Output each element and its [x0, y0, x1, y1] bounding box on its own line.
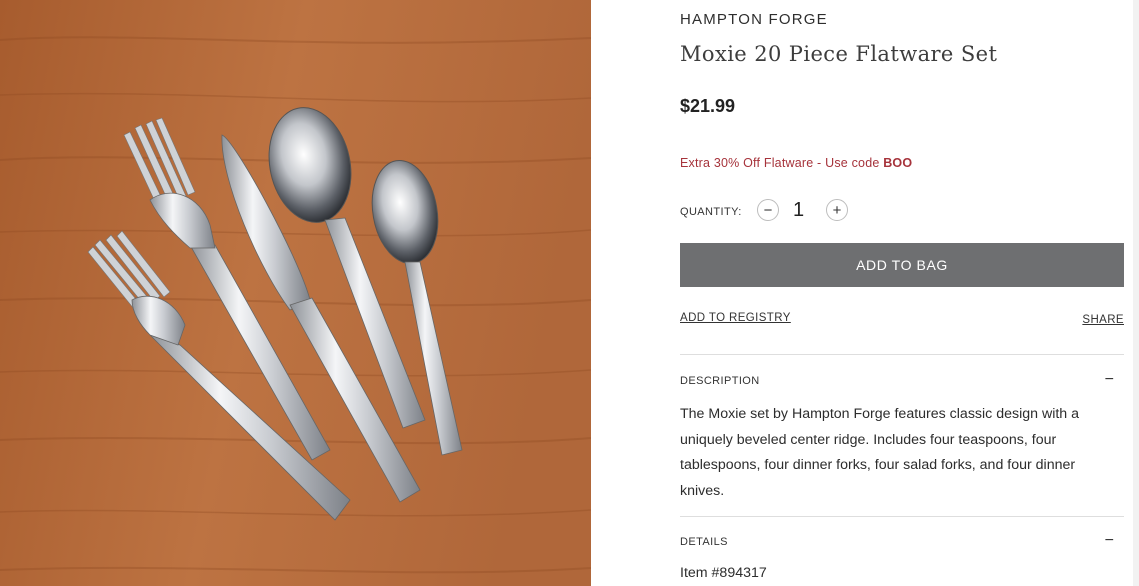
- decrease-quantity-button[interactable]: −: [757, 199, 779, 221]
- increase-quantity-button[interactable]: +: [826, 199, 848, 221]
- quantity-selector: QUANTITY: − 1 +: [680, 198, 880, 226]
- minus-icon: −: [763, 201, 773, 219]
- quantity-value[interactable]: 1: [793, 199, 804, 222]
- plus-icon: +: [832, 201, 842, 219]
- product-title: Moxie 20 Piece Flatware Set: [680, 42, 998, 66]
- collapse-minus-icon[interactable]: −: [1105, 533, 1114, 549]
- product-price: $21.99: [680, 96, 736, 116]
- quantity-label: QUANTITY:: [680, 206, 742, 218]
- details-header[interactable]: DETAILS: [680, 536, 728, 548]
- promo-text: Extra 30% Off Flatware - Use code: [680, 156, 884, 170]
- scrollbar[interactable]: [1133, 0, 1139, 586]
- divider: [680, 354, 1124, 355]
- product-info-panel: HAMPTON FORGE Moxie 20 Piece Flatware Se…: [680, 0, 1124, 586]
- description-text: The Moxie set by Hampton Forge features …: [680, 406, 1080, 499]
- promo-message: Extra 30% Off Flatware - Use code BOO: [680, 156, 912, 170]
- add-to-registry-link[interactable]: ADD TO REGISTRY: [680, 312, 791, 324]
- flatware-photo: [0, 0, 591, 586]
- item-number: Item #894317: [680, 565, 767, 581]
- product-image[interactable]: [0, 0, 591, 586]
- add-to-bag-button[interactable]: ADD TO BAG: [680, 243, 1124, 287]
- share-link[interactable]: SHARE: [1082, 314, 1124, 326]
- description-header[interactable]: DESCRIPTION: [680, 375, 760, 387]
- collapse-minus-icon[interactable]: −: [1105, 372, 1114, 388]
- promo-code: BOO: [883, 156, 913, 170]
- brand-name[interactable]: HAMPTON FORGE: [680, 11, 828, 28]
- divider: [680, 516, 1124, 517]
